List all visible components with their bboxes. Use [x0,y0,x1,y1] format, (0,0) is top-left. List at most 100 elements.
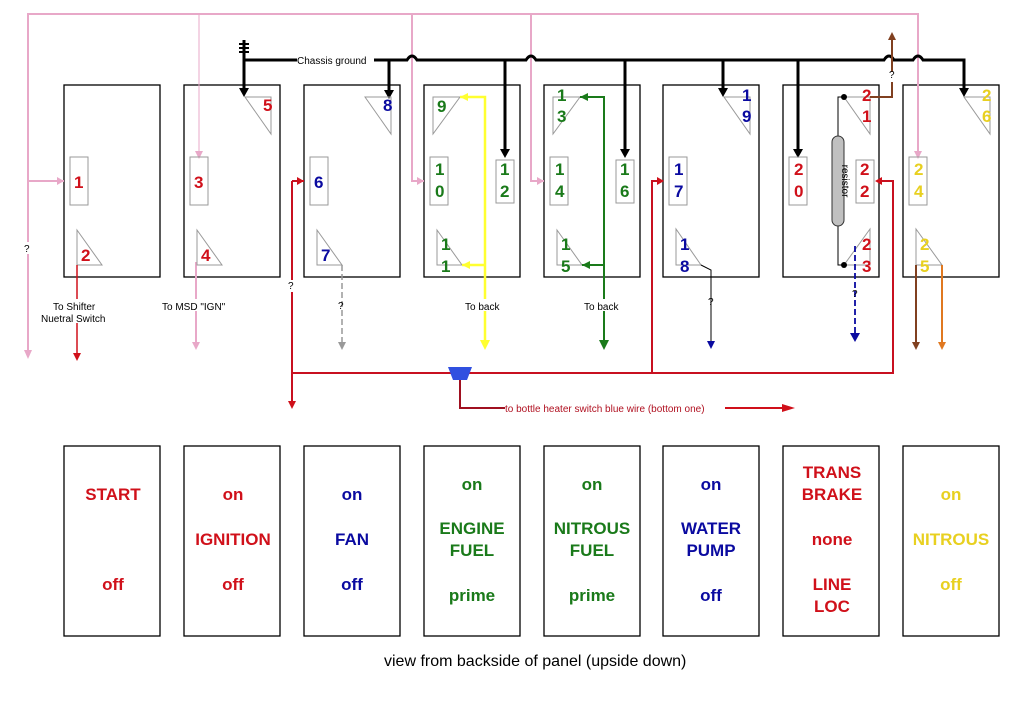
pink-arrow-pin10 [417,177,424,185]
pink-wire-to-pin10 [411,14,424,182]
pin-8: 8 [383,96,392,115]
pin-19-b: 9 [742,107,751,126]
fan-bot: off [341,575,363,594]
pin-22-b: 2 [860,182,869,201]
fan-top: on [342,485,363,504]
pin-16-b: 6 [620,182,629,201]
pink-wire-to-pin14 [530,14,544,182]
pin-18-a: 1 [680,235,689,254]
engine-fuel-mid1: ENGINE [439,519,504,538]
pink-arrow-pin24 [914,151,922,159]
pin-24-a: 2 [914,160,923,179]
ground-arrow-12 [500,149,510,158]
pink-arrow-pin14 [537,177,544,185]
pin-15-a: 1 [561,235,570,254]
resistor-circuit: resistor [831,94,850,268]
pin-17-a: 1 [674,160,683,179]
start-top: START [85,485,141,504]
to-msd-label: To MSD "IGN" [162,302,226,313]
pin-20-a: 2 [794,160,803,179]
pin-26-b: 6 [982,107,991,126]
ignition-top: on [223,485,244,504]
ground-arrow-5 [239,88,249,97]
to-shifter-label-1: To Shifter [53,302,96,313]
pin-13-b: 3 [557,107,566,126]
switch-front-start [63,445,161,637]
trans-brake-mid: none [812,530,853,549]
pin-21-a: 2 [862,86,871,105]
unknown-pin21: ? [889,70,895,81]
water-pump-bot: off [700,586,722,605]
nitrous-top: on [941,485,962,504]
engine-fuel-top: on [462,475,483,494]
wire-pin21-brown [870,32,896,98]
nitrous-mid: NITROUS [913,530,990,549]
connector [448,367,472,380]
pin-14-b: 4 [555,182,565,201]
water-pump-top: on [701,475,722,494]
engine-fuel-mid2: FUEL [450,541,494,560]
pin-24-b: 4 [914,182,924,201]
pin-20-b: 0 [794,182,803,201]
pin-15-b: 5 [561,257,570,276]
pin-12-b: 2 [500,182,509,201]
pink-arrow-pin3 [195,151,203,159]
pin-10-a: 1 [435,160,444,179]
water-pump-mid2: PUMP [686,541,735,560]
trans-brake-top1: TRANS [803,463,862,482]
start-bot: off [102,575,124,594]
pin-11-b: 1 [441,257,450,276]
pin-14-a: 1 [555,160,564,179]
to-shifter-label-2: Nuetral Switch [41,314,105,325]
to-back-label-2: To back [584,302,619,313]
pin-7: 7 [321,246,330,265]
wire-pin25 [912,265,946,350]
pin-23-b: 3 [862,257,871,276]
pin-16-a: 1 [620,160,629,179]
pin-26-a: 2 [982,86,991,105]
wiring-diagram: Chassis ground 1 2 5 3 4 8 6 7 9 1 0 1 2… [22,13,1000,670]
pin-6: 6 [314,173,323,192]
pin-25-b: 5 [920,257,929,276]
unknown-pin18: ? [708,297,714,308]
pin-25-a: 2 [920,235,929,254]
nitrous-fuel-top: on [582,475,603,494]
fan-mid: FAN [335,530,369,549]
pink-arrow-msd [192,342,200,350]
trans-brake-top2: BRAKE [802,485,862,504]
chassis-ground-label: Chassis ground [297,56,366,67]
diagram-caption: view from backside of panel (upside down… [384,653,686,670]
pin-1: 1 [74,173,83,192]
nitrous-bot: off [940,575,962,594]
pin-10-b: 0 [435,182,444,201]
pin-13-a: 1 [557,86,566,105]
pin-19-a: 1 [742,86,751,105]
pink-arrow-left [24,350,32,359]
ignition-mid: IGNITION [195,530,271,549]
nitrous-fuel-mid1: NITROUS [554,519,631,538]
pin-2: 2 [81,246,90,265]
ground-arrow-19 [718,88,728,97]
pin-22-a: 2 [860,160,869,179]
bottle-heater-label: to bottle heater switch blue wire (botto… [505,404,705,415]
unknown-pin7: ? [338,301,344,312]
pin-5: 5 [263,96,272,115]
pin-23-a: 2 [862,235,871,254]
to-back-label-1: To back [465,302,500,313]
nitrous-fuel-mid2: FUEL [570,541,614,560]
water-pump-mid1: WATER [681,519,741,538]
ignition-bot: off [222,575,244,594]
pin-12-a: 1 [500,160,509,179]
pin-18-b: 8 [680,257,689,276]
ground-arrow-26 [959,88,969,97]
pin-17-b: 7 [674,182,683,201]
pink-arrow-pin1 [57,177,64,185]
pin-3: 3 [194,173,203,192]
wire-red-bus [291,180,894,403]
unknown-pin23: ? [852,289,858,300]
pin-4: 4 [201,246,211,265]
resistor-label: resistor [839,165,850,198]
pin-11-a: 1 [441,235,450,254]
unknown-left: ? [24,244,30,255]
unknown-red-bus: ? [288,281,294,292]
